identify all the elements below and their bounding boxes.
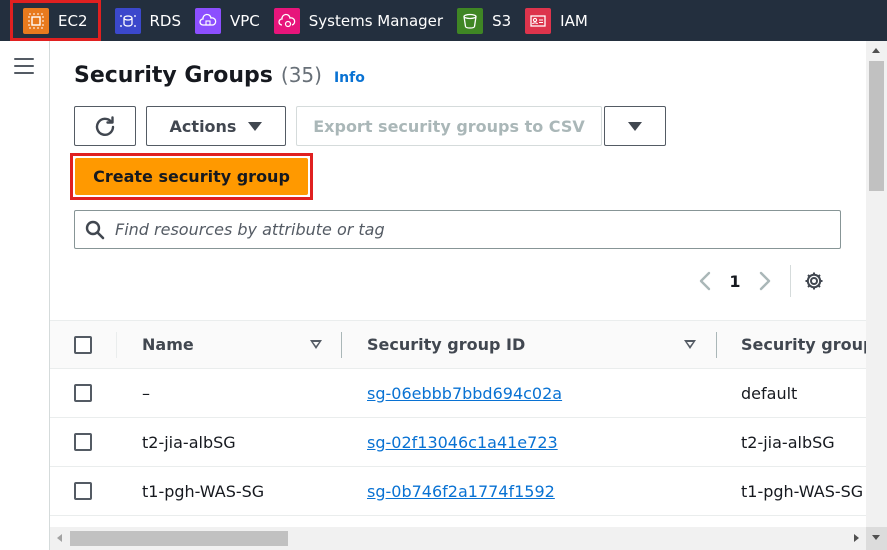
column-header-name[interactable]: Name <box>142 321 194 368</box>
caret-down-icon <box>248 121 263 131</box>
service-iam-label: IAM <box>560 11 588 30</box>
select-all-checkbox[interactable] <box>74 336 92 354</box>
scroll-up-arrow-icon[interactable] <box>872 48 880 53</box>
row-id-cell: sg-0b746f2a1774f1592 <box>367 467 555 515</box>
security-groups-table: Name Security group ID Security group – … <box>50 320 866 516</box>
info-link[interactable]: Info <box>334 70 365 86</box>
row-group-name: t2-jia-albSG <box>741 432 835 452</box>
row-name: t2-jia-albSG <box>142 432 236 452</box>
service-systems-manager-label: Systems Manager <box>308 11 444 30</box>
sort-name-button[interactable] <box>310 321 322 368</box>
chevron-right-icon <box>759 271 771 291</box>
row-group-name: t1-pgh-WAS-SG <box>741 481 864 501</box>
chevron-left-icon <box>699 271 711 291</box>
service-iam[interactable]: IAM <box>525 0 588 41</box>
preferences-button[interactable] <box>799 266 829 296</box>
systems-manager-icon <box>273 7 300 34</box>
caret-down-icon <box>628 121 642 131</box>
table-row: t2-jia-albSG sg-02f13046c1a41e723 t2-jia… <box>50 418 866 467</box>
rds-icon <box>114 7 141 34</box>
search-box[interactable] <box>74 210 841 249</box>
resource-count: (35) <box>280 63 322 87</box>
page-header: Security Groups (35) Info <box>74 63 365 88</box>
service-rds-label: RDS <box>149 11 182 30</box>
column-header-security-group-name[interactable]: Security group <box>741 321 866 368</box>
row-checkbox[interactable] <box>74 482 92 500</box>
service-ec2-label: EC2 <box>58 11 88 30</box>
export-csv-label: Export security groups to CSV <box>313 116 585 136</box>
column-divider <box>116 332 117 358</box>
scroll-down-arrow-icon[interactable] <box>872 535 880 540</box>
scrollbar-corner <box>866 527 887 550</box>
horizontal-scroll-thumb[interactable] <box>70 531 288 546</box>
vertical-scrollbar[interactable] <box>866 41 887 527</box>
service-rds[interactable]: RDS <box>114 0 182 41</box>
search-icon <box>85 220 105 239</box>
row-group-name: default <box>741 383 798 403</box>
s3-icon <box>457 7 484 34</box>
search-input[interactable] <box>115 220 815 239</box>
iam-icon <box>525 7 552 34</box>
row-id-cell: sg-02f13046c1a41e723 <box>367 418 558 466</box>
main-content: Security Groups (35) Info Actions Export… <box>50 41 866 527</box>
horizontal-scrollbar[interactable] <box>50 527 866 550</box>
security-group-id-link[interactable]: sg-02f13046c1a41e723 <box>367 433 558 452</box>
scroll-left-arrow-icon[interactable] <box>57 534 62 542</box>
sort-id-button[interactable] <box>684 321 696 368</box>
row-checkbox[interactable] <box>74 384 92 402</box>
row-checkbox[interactable] <box>74 433 92 451</box>
row-name: t1-pgh-WAS-SG <box>142 481 265 501</box>
service-ec2[interactable]: EC2 <box>10 0 101 41</box>
service-s3[interactable]: S3 <box>457 0 511 41</box>
table-row: – sg-06ebbb7bbd694c02a default <box>50 369 866 418</box>
export-csv-button: Export security groups to CSV <box>296 106 602 146</box>
column-header-security-group-id[interactable]: Security group ID <box>367 321 525 368</box>
page-title: Security Groups <box>74 63 273 88</box>
export-dropdown-button[interactable] <box>604 106 666 146</box>
refresh-button[interactable] <box>74 106 136 146</box>
menu-icon[interactable] <box>14 58 34 74</box>
previous-page-button[interactable] <box>690 266 720 296</box>
services-bar: EC2 RDS VPC Systems Manager S3 IAM <box>0 0 887 41</box>
create-security-group-button[interactable]: Create security group <box>75 158 308 195</box>
table-header: Name Security group ID Security group <box>50 320 866 369</box>
sort-icon <box>310 340 322 349</box>
create-button-highlight: Create security group <box>70 153 313 200</box>
ec2-icon <box>23 7 49 34</box>
service-vpc[interactable]: VPC <box>195 0 260 41</box>
service-vpc-label: VPC <box>230 11 260 30</box>
row-id-cell: sg-06ebbb7bbd694c02a <box>367 369 562 417</box>
next-page-button[interactable] <box>750 266 780 296</box>
table-row: t1-pgh-WAS-SG sg-0b746f2a1774f1592 t1-pg… <box>50 467 866 516</box>
create-security-group-label: Create security group <box>93 167 290 186</box>
vertical-scroll-thumb[interactable] <box>869 61 884 191</box>
column-divider[interactable] <box>341 332 342 358</box>
column-divider[interactable] <box>716 332 717 358</box>
row-name: – <box>142 383 150 403</box>
actions-label: Actions <box>169 116 237 136</box>
current-page-number[interactable]: 1 <box>720 272 750 291</box>
sort-icon <box>684 340 696 349</box>
side-navigation-rail <box>0 41 50 550</box>
scroll-right-arrow-icon[interactable] <box>854 534 859 542</box>
security-group-id-link[interactable]: sg-0b746f2a1774f1592 <box>367 482 555 501</box>
vpc-icon <box>195 7 221 34</box>
pagination: 1 <box>690 263 829 299</box>
service-s3-label: S3 <box>492 11 512 30</box>
service-systems-manager[interactable]: Systems Manager <box>273 0 444 41</box>
pagination-divider <box>790 265 791 297</box>
refresh-icon <box>95 116 115 136</box>
security-group-id-link[interactable]: sg-06ebbb7bbd694c02a <box>367 384 562 403</box>
gear-icon <box>805 272 823 290</box>
actions-button[interactable]: Actions <box>146 106 286 146</box>
